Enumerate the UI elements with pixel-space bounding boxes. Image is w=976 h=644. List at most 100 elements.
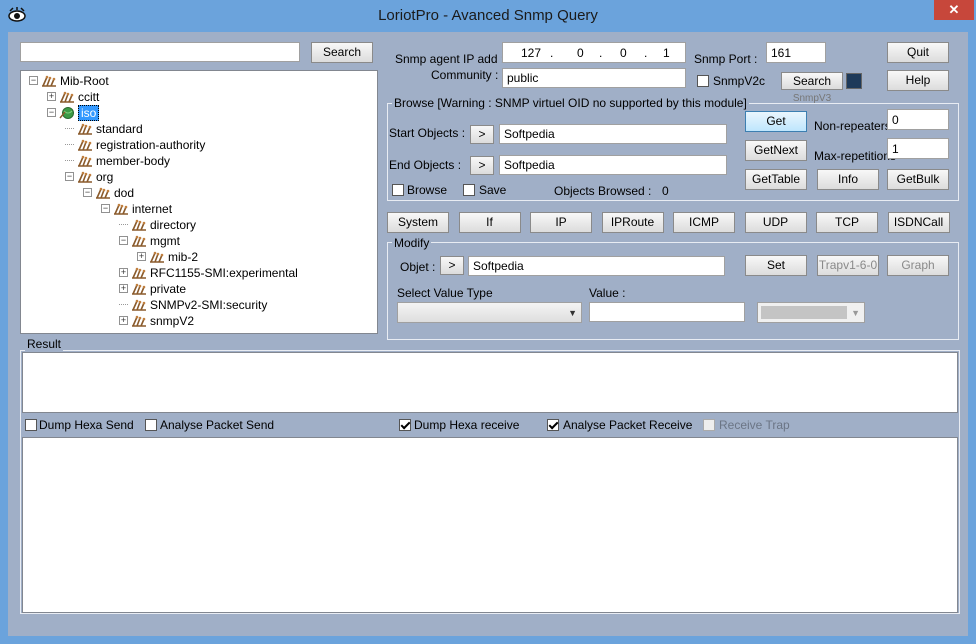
tree-node[interactable]: directory bbox=[119, 217, 196, 233]
collapse-icon[interactable]: − bbox=[47, 108, 56, 118]
mib-node-icon bbox=[77, 122, 93, 136]
mib-node-icon bbox=[131, 282, 147, 296]
chevron-down-icon: ▼ bbox=[568, 308, 577, 318]
receive-trap-checkbox[interactable] bbox=[703, 419, 715, 431]
collapse-icon[interactable]: − bbox=[29, 76, 38, 86]
expand-icon[interactable]: + bbox=[119, 284, 128, 294]
expand-icon[interactable]: + bbox=[119, 268, 128, 278]
quit-button[interactable]: Quit bbox=[887, 42, 949, 63]
dump-hexa-receive-label: Dump Hexa receive bbox=[414, 418, 520, 432]
end-objects-input[interactable] bbox=[499, 155, 727, 175]
graph-button[interactable]: Graph bbox=[887, 255, 949, 276]
result-send-panel[interactable] bbox=[22, 352, 958, 413]
mib-node-icon bbox=[113, 202, 129, 216]
group-button-ip[interactable]: IP bbox=[530, 212, 592, 233]
get-button[interactable]: Get bbox=[745, 111, 807, 132]
start-objects-pick-button[interactable]: > bbox=[470, 125, 494, 144]
tree-node[interactable]: standard bbox=[65, 121, 143, 137]
modify-group-title: Modify bbox=[392, 236, 432, 250]
result-receive-panel[interactable] bbox=[22, 437, 958, 613]
ip-octet-3[interactable]: 0 bbox=[620, 46, 627, 60]
getnext-button[interactable]: GetNext bbox=[745, 140, 807, 161]
tree-node-label: RFC1155-SMI:experimental bbox=[150, 265, 298, 280]
mib-tree[interactable]: − Mib-Root + ccitt − iso standard registration-… bbox=[20, 70, 378, 334]
non-repeaters-input[interactable] bbox=[887, 109, 949, 130]
agent-ip-input[interactable]: 127 . 0 . 0 . 1 bbox=[502, 42, 686, 63]
tree-node[interactable]: member-body bbox=[65, 153, 170, 169]
mib-search-button[interactable]: Search bbox=[311, 42, 373, 63]
collapse-icon[interactable]: − bbox=[65, 172, 74, 182]
group-button-system[interactable]: System bbox=[387, 212, 449, 233]
group-button-tcp[interactable]: TCP bbox=[816, 212, 878, 233]
objet-pick-button[interactable]: > bbox=[440, 256, 464, 275]
snmp-port-input[interactable] bbox=[766, 42, 826, 63]
analyse-packet-send-checkbox[interactable] bbox=[145, 419, 157, 431]
ip-octet-4[interactable]: 1 bbox=[663, 46, 670, 60]
ip-octet-1[interactable]: 127 bbox=[521, 46, 541, 60]
community-input[interactable] bbox=[502, 68, 686, 88]
tree-node-label: internet bbox=[132, 201, 173, 216]
expand-icon[interactable]: + bbox=[119, 316, 128, 326]
tree-node[interactable]: − Mib-Root bbox=[29, 73, 109, 89]
mib-node-icon bbox=[77, 170, 93, 184]
tree-node[interactable]: + RFC1155-SMI:experimental bbox=[119, 265, 298, 281]
end-objects-pick-button[interactable]: > bbox=[470, 156, 494, 175]
snmpv2c-checkbox[interactable] bbox=[697, 75, 709, 87]
tree-node[interactable]: − internet bbox=[101, 201, 172, 217]
agent-ip-label: Snmp agent IP add : bbox=[395, 52, 505, 66]
tree-node[interactable]: − mgmt bbox=[119, 233, 180, 249]
tree-node[interactable]: − org bbox=[65, 169, 113, 185]
tree-node-label: private bbox=[150, 281, 187, 296]
objects-browsed-count: 0 bbox=[662, 184, 669, 198]
mib-search-input[interactable] bbox=[20, 42, 300, 62]
tree-node[interactable]: + private bbox=[119, 281, 186, 297]
dump-hexa-receive-checkbox[interactable] bbox=[399, 419, 411, 431]
browse-checkbox[interactable] bbox=[392, 184, 404, 196]
getbulk-button[interactable]: GetBulk bbox=[887, 169, 949, 190]
tree-node[interactable]: − iso bbox=[47, 104, 100, 121]
expand-icon[interactable]: + bbox=[47, 92, 56, 102]
tree-node[interactable]: + snmpV2 bbox=[119, 313, 194, 329]
agent-search-button[interactable]: Search SnmpV3 bbox=[781, 72, 843, 104]
objet-input[interactable] bbox=[468, 256, 725, 276]
value-extra-select[interactable]: ▼ bbox=[757, 302, 865, 323]
tree-node-label: iso bbox=[78, 104, 100, 121]
tree-node[interactable]: + ccitt bbox=[47, 89, 99, 105]
start-objects-input[interactable] bbox=[499, 124, 727, 144]
value-type-select[interactable]: ▼ bbox=[397, 302, 582, 323]
collapse-icon[interactable]: − bbox=[119, 236, 128, 246]
tree-node[interactable]: registration-authority bbox=[65, 137, 205, 153]
group-button-udp[interactable]: UDP bbox=[744, 212, 807, 233]
collapse-icon[interactable]: − bbox=[83, 188, 92, 198]
save-checkbox[interactable] bbox=[463, 184, 475, 196]
group-button-icmp[interactable]: ICMP bbox=[673, 212, 735, 233]
value-input[interactable] bbox=[589, 302, 745, 322]
tree-node-label: standard bbox=[96, 121, 143, 136]
group-button-isdncall[interactable]: ISDNCall bbox=[887, 212, 950, 233]
save-checkbox-label: Save bbox=[479, 183, 507, 197]
info-button[interactable]: Info bbox=[817, 169, 879, 190]
close-button[interactable]: ✕ bbox=[934, 0, 974, 20]
dump-hexa-send-checkbox[interactable] bbox=[25, 419, 37, 431]
set-button[interactable]: Set bbox=[745, 255, 807, 276]
gettable-button[interactable]: GetTable bbox=[745, 169, 807, 190]
tree-node[interactable]: + mib-2 bbox=[137, 249, 198, 265]
collapse-icon[interactable]: − bbox=[101, 204, 110, 214]
result-group-title: Result bbox=[25, 337, 64, 351]
max-repetitions-input[interactable] bbox=[887, 138, 949, 159]
analyse-packet-receive-checkbox[interactable] bbox=[547, 419, 559, 431]
trap-button[interactable]: Trapv1-6-0 bbox=[817, 255, 879, 276]
ip-octet-2[interactable]: 0 bbox=[577, 46, 584, 60]
window-title: LoriotPro - Avanced Snmp Query bbox=[378, 7, 598, 24]
expand-icon[interactable]: + bbox=[137, 252, 146, 262]
tree-line-icon bbox=[65, 128, 74, 130]
mib-node-icon bbox=[131, 298, 147, 312]
tree-node[interactable]: − dod bbox=[83, 185, 134, 201]
group-button-if[interactable]: If bbox=[458, 212, 521, 233]
analyse-packet-send-label: Analyse Packet Send bbox=[160, 418, 275, 432]
tree-node[interactable]: SNMPv2-SMI:security bbox=[119, 297, 267, 313]
group-button-iproute[interactable]: IPRoute bbox=[601, 212, 664, 233]
tree-line-icon bbox=[65, 160, 74, 162]
help-button[interactable]: Help bbox=[887, 70, 949, 91]
tree-node-label: snmpV2 bbox=[150, 313, 195, 328]
